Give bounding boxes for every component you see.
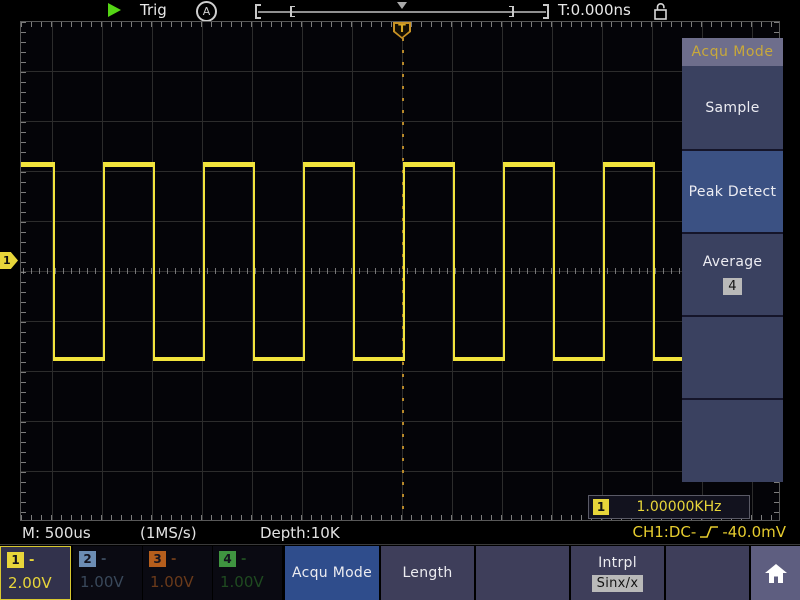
menu-button-empty-2[interactable] [666,546,749,600]
waveform-segment [53,162,55,361]
channel-4-coupling: - [241,552,246,567]
waveform-segment [153,162,155,361]
memory-depth-readout: Depth:10K [260,524,340,542]
menu-item-peak-detect[interactable]: Peak Detect [682,149,783,232]
menu-button-label: Acqu Mode [292,565,372,581]
home-icon [764,563,788,584]
waveform-segment [103,162,105,361]
horizontal-position-bar [258,11,546,13]
menu-item-empty-1[interactable] [682,315,783,398]
waveform-segment [603,162,653,167]
waveform-segment [403,162,405,361]
waveform-segment [553,162,555,361]
channel-1-scale: 2.00V [8,574,70,592]
frequency-value: 1.00000KHz [609,499,749,515]
channel-2-coupling: - [101,552,106,567]
home-button[interactable] [751,546,800,600]
waveform-segment [453,357,503,361]
waveform-display: T [20,21,780,521]
waveform-segment [453,162,455,361]
channel-1-indicator[interactable]: 1 - 2.00V [0,546,71,600]
channel-3-indicator[interactable]: 3 - 1.00V [143,546,212,600]
waveform-segment [653,162,655,361]
menu-button-empty-1[interactable] [476,546,569,600]
waveform-segment [503,162,505,361]
channel-1-badge: 1 [7,552,24,568]
trigger-info-readout: CH1:DC- -40.0mV [633,523,786,541]
frequency-meter: 1 1.00000KHz [588,495,750,519]
auto-trigger-icon: A [196,1,217,22]
run-state-play-icon [108,3,121,17]
interpolation-mode-badge[interactable]: Sinx/x [592,575,644,592]
waveform-trace [21,22,779,520]
channel-4-indicator[interactable]: 4 - 1.00V [213,546,282,600]
menu-button-acqu-mode[interactable]: Acqu Mode [285,546,379,600]
hpos-inner-left-bracket-icon [290,6,295,17]
menu-button-label: Intrpl [598,555,637,571]
acquire-side-menu: Acqu Mode Sample Peak Detect Average 4 [682,38,783,482]
waveform-segment [53,357,103,361]
menu-item-label: Average [703,254,763,270]
menu-button-label: Length [402,565,452,581]
trigger-marker-letter: T [393,22,411,36]
waveform-segment [303,162,353,167]
waveform-segment [603,162,605,361]
hpos-inner-right-bracket-icon [509,6,514,17]
channel1-level-marker[interactable]: 1 [0,252,18,269]
trig-label: Trig [140,1,167,19]
waveform-segment [103,162,153,167]
menu-item-sample[interactable]: Sample [682,66,783,149]
waveform-segment [503,162,553,167]
channel-3-scale: 1.00V [150,573,212,591]
waveform-segment [253,357,303,361]
waveform-segment [353,357,403,361]
rising-edge-icon [699,524,719,540]
waveform-segment [653,357,683,361]
channel-4-scale: 1.00V [220,573,282,591]
menu-button-length[interactable]: Length [381,546,474,600]
sample-rate-readout: (1MS/s) [140,524,197,542]
channel-2-scale: 1.00V [80,573,142,591]
channel-3-badge: 3 [149,551,166,567]
waveform-segment [21,162,53,167]
waveform-segment [203,162,253,167]
waveform-segment [403,162,453,167]
hpos-pointer-icon [397,2,407,9]
hpos-outer-left-bracket-icon [255,4,261,19]
channel-2-indicator[interactable]: 2 - 1.00V [73,546,142,600]
trigger-source-coupling: CH1:DC- [633,523,697,541]
channel-2-badge: 2 [79,551,96,567]
waveform-segment [203,162,205,361]
time-offset-readout: T:0.000ns [558,1,631,19]
waveform-segment [353,162,355,361]
waveform-segment [553,357,603,361]
hpos-outer-right-bracket-icon [543,4,549,19]
menu-item-label: Sample [705,100,759,116]
channel-3-coupling: - [171,552,176,567]
waveform-segment [253,162,255,361]
menu-item-empty-2[interactable] [682,398,783,481]
channel-1-coupling: - [29,553,34,568]
channel-4-badge: 4 [219,551,236,567]
oscilloscope-screen: Trig A T:0.000ns T 1 Acqu Mode Sample Pe [0,0,800,600]
menu-button-intrpl[interactable]: Intrpl Sinx/x [571,546,664,600]
timebase-readout: M: 500us [22,524,91,542]
trigger-level-value: -40.0mV [722,523,786,541]
frequency-channel-badge: 1 [593,499,609,515]
menu-item-label: Peak Detect [689,184,777,200]
average-count-badge[interactable]: 4 [723,278,742,295]
menu-item-average[interactable]: Average 4 [682,232,783,315]
waveform-segment [303,162,305,361]
waveform-segment [153,357,203,361]
side-menu-title: Acqu Mode [682,38,783,66]
